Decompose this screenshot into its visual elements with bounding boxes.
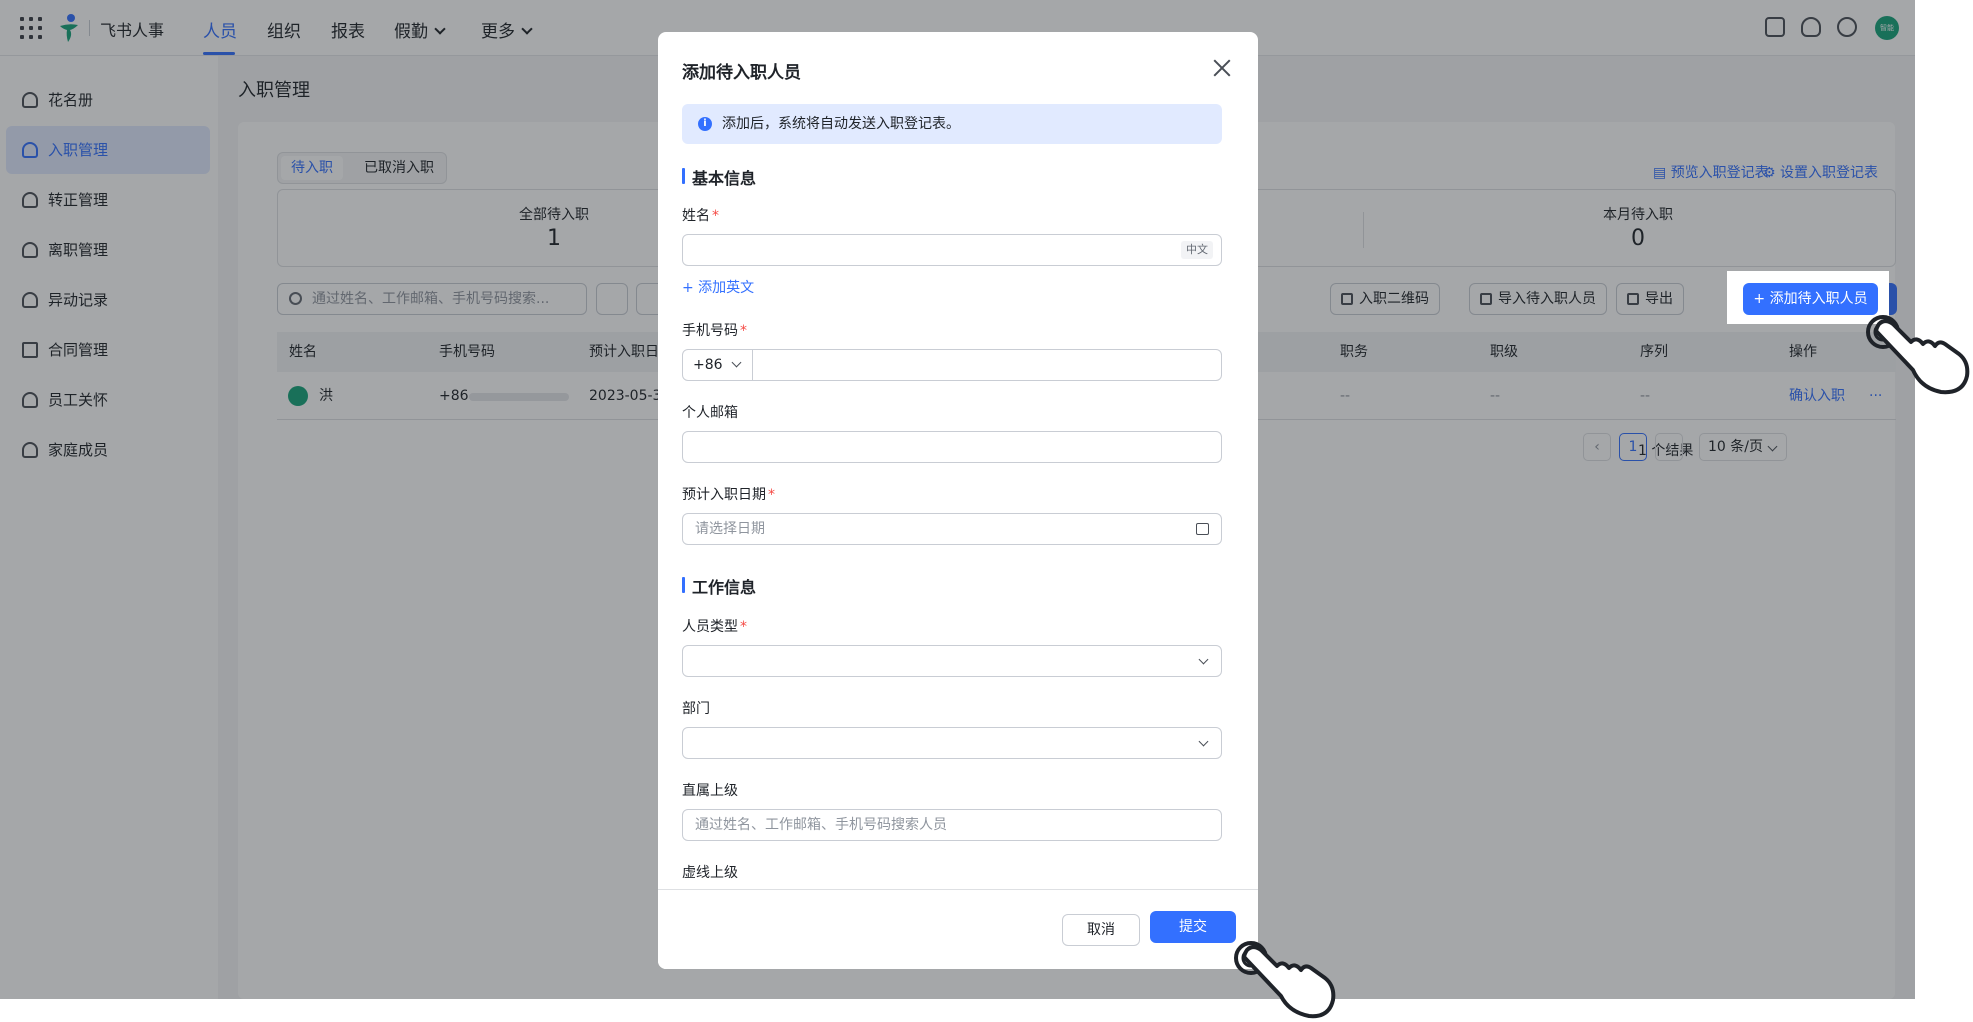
field-label-type: 人员类型 * (682, 616, 747, 636)
manager-search-input[interactable]: 通过姓名、工作邮箱、手机号码搜索人员 (682, 809, 1222, 841)
calendar-icon (1196, 523, 1209, 535)
date-placeholder: 请选择日期 (695, 521, 765, 537)
app-window: 飞书人事 人员 组织 报表 假勤 更多 智能 花名册 入职管理 转正管理 离职管… (0, 0, 1915, 999)
country-code-value: +86 (693, 357, 723, 373)
field-label-text: 人员类型 (682, 619, 738, 635)
email-input[interactable] (682, 431, 1222, 463)
info-icon: i (698, 117, 712, 131)
pointer-hand-icon (1234, 941, 1336, 1019)
submit-button[interactable]: 提交 (1150, 911, 1236, 943)
department-select[interactable] (682, 727, 1222, 759)
chevron-down-icon (1198, 654, 1209, 665)
pointer-hand-icon (1866, 315, 1970, 395)
field-label-manager: 直属上级 (682, 783, 738, 799)
field-label-text: 姓名 (682, 208, 710, 224)
info-banner: i 添加后，系统将自动发送入职登记表。 (682, 104, 1222, 144)
section-title-work: 工作信息 (682, 574, 756, 598)
close-icon[interactable] (1210, 56, 1234, 80)
manager-placeholder: 通过姓名、工作邮箱、手机号码搜索人员 (695, 817, 947, 833)
add-english-name-link[interactable]: + 添加英文 (682, 277, 754, 297)
field-label-text: 手机号码 (682, 323, 738, 339)
dialog-title: 添加待入职人员 (682, 63, 801, 83)
chevron-down-icon (1198, 736, 1209, 747)
field-label-name: 姓名 * (682, 205, 719, 225)
employee-type-select[interactable] (682, 645, 1222, 677)
field-label-phone: 手机号码 * (682, 320, 747, 340)
section-title-basic: 基本信息 (682, 165, 756, 189)
required-mark: * (712, 208, 719, 224)
add-pending-hire-dialog: 添加待入职人员 i 添加后，系统将自动发送入职登记表。 基本信息 姓名 * 中文 +… (658, 32, 1258, 969)
field-label-text: 预计入职日期 (682, 487, 766, 503)
field-label-dotted-manager: 虚线上级 (682, 865, 738, 881)
phone-input[interactable]: +86 (682, 349, 1222, 381)
name-input[interactable]: 中文 (682, 234, 1222, 266)
chevron-down-icon (731, 357, 742, 368)
country-code-select[interactable]: +86 (683, 350, 753, 380)
required-mark: * (740, 323, 747, 339)
field-label-email: 个人邮箱 (682, 405, 738, 421)
add-pending-hire-button-highlighted[interactable]: + 添加待入职人员 (1743, 283, 1878, 315)
required-mark: * (740, 619, 747, 635)
language-tag[interactable]: 中文 (1181, 241, 1213, 259)
field-label-date: 预计入职日期 * (682, 484, 775, 504)
info-banner-text: 添加后，系统将自动发送入职登记表。 (722, 116, 960, 132)
cancel-button[interactable]: 取消 (1062, 914, 1140, 946)
required-mark: * (768, 487, 775, 503)
date-picker[interactable]: 请选择日期 (682, 513, 1222, 545)
field-label-department: 部门 (682, 701, 710, 717)
